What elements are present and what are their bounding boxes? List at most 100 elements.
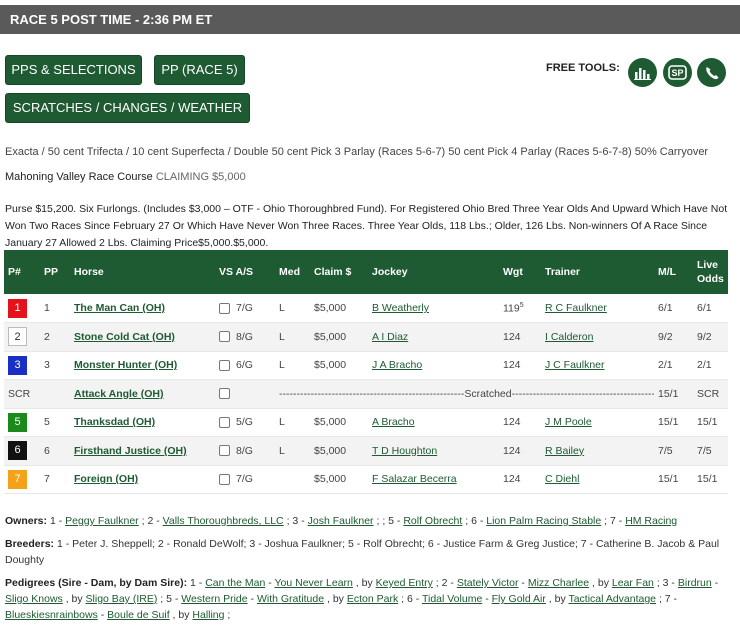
post-position	[40, 379, 70, 409]
dam-link[interactable]: Sligo Knows	[5, 593, 63, 605]
owner-number: 3	[292, 515, 299, 527]
col-weight: Wgt	[499, 250, 541, 294]
horse-link[interactable]: Attack Angle (OH)	[74, 388, 163, 400]
damsire-link[interactable]: Sligo Bay (IRE)	[86, 593, 158, 605]
col-vs-age-sex: VS A/S	[215, 250, 275, 294]
trainer-link[interactable]: J C Faulkner	[545, 359, 605, 371]
owner-link[interactable]: Valls Thoroughbreds, LLC	[163, 515, 284, 527]
pps-selections-button[interactable]: PPS & SELECTIONS	[5, 55, 142, 85]
medication: L	[275, 294, 310, 323]
vs-checkbox[interactable]	[219, 302, 230, 314]
horse-link[interactable]: Firsthand Justice (OH)	[74, 445, 187, 457]
owner-link[interactable]: HM Racing	[625, 515, 677, 527]
breeders-text: 1 - Peter J. Sheppell; 2 - Ronald DeWolf…	[5, 538, 720, 566]
horse-link[interactable]: Thanksdad (OH)	[74, 416, 155, 428]
age-sex: 8/G	[236, 330, 253, 343]
vs-checkbox[interactable]	[219, 416, 230, 428]
col-claim: Claim $	[310, 250, 368, 294]
sire-link[interactable]: Tidal Volume	[422, 593, 482, 605]
trainer-link[interactable]: R C Faulkner	[545, 302, 607, 314]
dam-link[interactable]: Fly Gold Air	[492, 593, 546, 605]
sire-link[interactable]: Blueskiesnrainbows	[5, 609, 98, 621]
trainer-link[interactable]: J M Poole	[545, 416, 592, 428]
sire-link[interactable]: Western Pride	[181, 593, 247, 605]
weight-allowance: 5	[519, 301, 524, 309]
claim-price: $5,000	[310, 408, 368, 437]
bar-chart-tool-icon[interactable]	[628, 58, 657, 87]
col-jockey: Jockey	[368, 250, 499, 294]
post-position: 3	[40, 351, 70, 380]
pedigree-number: 6	[406, 593, 413, 605]
col-program-number: P#	[4, 250, 40, 294]
svg-text:SP: SP	[671, 68, 683, 78]
weight: 124	[499, 436, 541, 466]
vs-checkbox[interactable]	[219, 445, 230, 457]
jockey-link[interactable]: T D Houghton	[372, 445, 437, 457]
trainer-link[interactable]: R Bailey	[545, 445, 584, 457]
owner-link[interactable]: Lion Palm Racing Stable	[486, 515, 601, 527]
pedigree-number: 5	[166, 593, 172, 605]
pp-race-button[interactable]: PP (RACE 5)	[154, 55, 245, 85]
jockey-link[interactable]: F Salazar Becerra	[372, 473, 457, 485]
vs-checkbox[interactable]	[219, 331, 230, 343]
damsire-link[interactable]: Ecton Park	[347, 593, 398, 605]
dam-link[interactable]: Mizz Charlee	[528, 577, 589, 589]
jockey-link[interactable]: J A Bracho	[372, 359, 422, 371]
horse-link[interactable]: The Man Can (OH)	[74, 302, 165, 314]
damsire-link[interactable]: Halling	[192, 609, 224, 621]
live-odds: 15/1	[693, 465, 728, 494]
post-position: 6	[40, 436, 70, 466]
damsire-link[interactable]: Lear Fan	[612, 577, 654, 589]
jockey-link[interactable]: A I Diaz	[372, 331, 408, 343]
horse-link[interactable]: Stone Cold Cat (OH)	[74, 331, 175, 343]
owner-link[interactable]: Peggy Faulkner	[65, 515, 139, 527]
live-odds: 7/5	[693, 436, 728, 466]
owner-number: 1	[49, 515, 56, 527]
vs-checkbox[interactable]	[219, 473, 230, 485]
wager-types: Exacta / 50 cent Trifecta / 10 cent Supe…	[5, 146, 709, 158]
sire-link[interactable]: Stately Victor	[457, 577, 519, 589]
jockey-link[interactable]: B Weatherly	[372, 302, 429, 314]
race-class: CLAIMING $5,000	[155, 171, 246, 183]
speed-figures-tool-icon[interactable]: SP	[663, 58, 692, 87]
program-number-badge: 5	[8, 412, 27, 432]
claim-price: $5,000	[310, 465, 368, 494]
age-sex: 6/G	[236, 359, 253, 372]
weight: 1195	[499, 294, 541, 323]
age-sex: 7/G	[236, 473, 253, 486]
phone-tool-icon[interactable]	[697, 58, 726, 87]
post-position: 7	[40, 465, 70, 494]
scratches-changes-weather-button[interactable]: SCRATCHES / CHANGES / WEATHER	[5, 93, 250, 123]
claim-price: $5,000	[310, 294, 368, 323]
weight-value: 119	[503, 302, 520, 315]
trainer-link[interactable]: I Calderon	[545, 331, 593, 343]
dam-link[interactable]: With Gratitude	[257, 593, 324, 605]
damsire-link[interactable]: Keyed Entry	[376, 577, 433, 589]
jockey-link[interactable]: A Bracho	[372, 416, 415, 428]
pedigrees-label: Pedigrees (Sire - Dam, by Dam Sire):	[5, 577, 188, 589]
table-row: 6 6 Firsthand Justice (OH) 8/G L $5,000 …	[4, 436, 728, 466]
owner-link[interactable]: Josh Faulkner	[308, 515, 374, 527]
weight: 124	[499, 408, 541, 437]
sire-link[interactable]: Can the Man	[205, 577, 265, 589]
weight: 124	[499, 322, 541, 352]
track-name: Mahoning Valley Race Course	[5, 171, 153, 183]
claim-price: $5,000	[310, 436, 368, 466]
vs-checkbox[interactable]	[219, 359, 230, 371]
col-horse: Horse	[70, 250, 215, 294]
horse-link[interactable]: Monster Hunter (OH)	[74, 359, 177, 371]
damsire-link[interactable]: Tactical Advantage	[568, 593, 656, 605]
trainer-link[interactable]: C Diehl	[545, 473, 579, 485]
sire-link[interactable]: Birdrun	[678, 577, 712, 589]
morning-line: 9/2	[654, 322, 693, 352]
dam-link[interactable]: Boule de Suif	[107, 609, 169, 621]
dam-link[interactable]: You Never Learn	[274, 577, 352, 589]
live-odds: 9/2	[693, 322, 728, 352]
live-odds: 6/1	[693, 294, 728, 323]
morning-line: 15/1	[654, 465, 693, 494]
medication: L	[275, 436, 310, 466]
owner-link[interactable]: Rolf Obrecht	[403, 515, 462, 527]
horse-link[interactable]: Foreign (OH)	[74, 473, 138, 485]
vs-checkbox[interactable]	[219, 388, 230, 400]
col-morning-line: M/L	[654, 250, 693, 294]
